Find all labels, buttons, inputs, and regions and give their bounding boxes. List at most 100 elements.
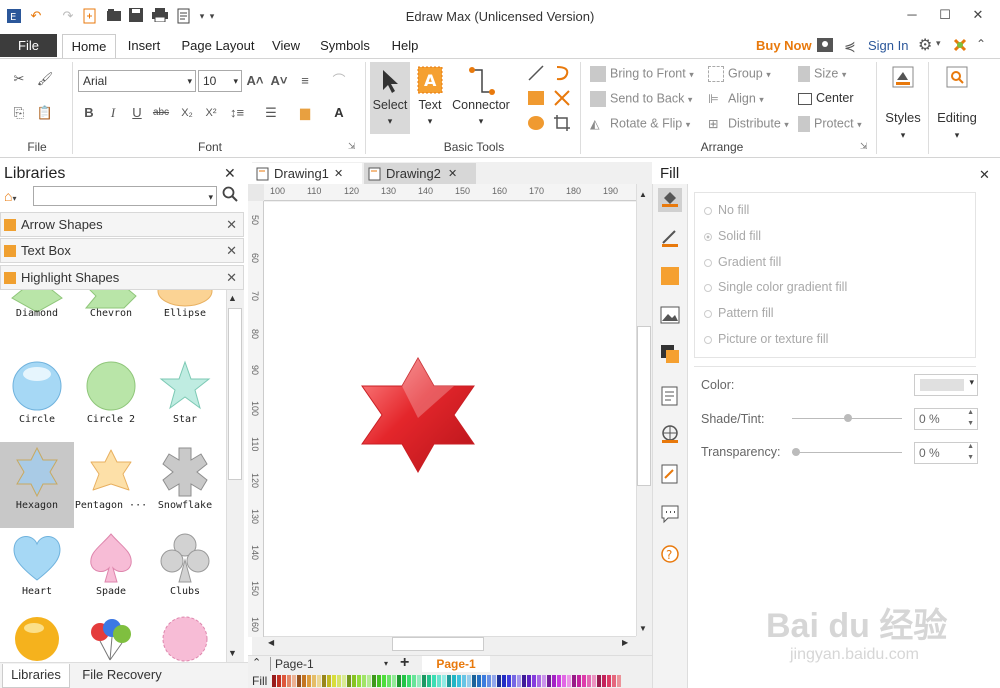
tab-drawing1[interactable]: Drawing1 ✕ [252,163,362,185]
bullets-icon[interactable]: ☰ [262,104,280,122]
palette-swatch[interactable] [572,675,576,687]
palette-swatch[interactable] [402,675,406,687]
highlight-color-icon[interactable]: ▆ [296,104,314,122]
shape-clubs[interactable]: Clubs [148,528,222,614]
tab-home[interactable]: Home [62,34,116,58]
tab-view[interactable]: View [268,34,304,58]
palette-swatch[interactable] [407,675,411,687]
color-palette[interactable] [272,675,622,687]
no-fill-option[interactable]: No fill [704,203,749,217]
palette-swatch[interactable] [347,675,351,687]
palette-swatch[interactable] [527,675,531,687]
font-name-select[interactable]: Arial ▾ [78,70,196,92]
size-button[interactable]: Size ▾ [798,66,846,82]
palette-swatch[interactable] [392,675,396,687]
spinner-arrows-icon[interactable]: ▲ ▼ [967,407,974,429]
shape-pentagon[interactable]: Pentagon ··· [74,442,148,528]
palette-swatch[interactable] [272,675,276,687]
palette-swatch[interactable] [412,675,416,687]
canvas-vertical-scrollbar-thumb[interactable] [637,326,651,486]
share-icon[interactable]: ⋞ [844,38,856,55]
close-tab-icon[interactable]: ✕ [334,163,343,185]
library-search-input[interactable]: ▾ [33,186,217,206]
align-button[interactable]: ⊫ Align ▾ [708,91,764,107]
palette-swatch[interactable] [497,675,501,687]
image-icon[interactable] [658,306,682,330]
tab-help[interactable]: Help [386,34,424,58]
line-spacing-icon[interactable]: ↕≡ [228,104,246,122]
select-tool-button[interactable]: Select ▾ [370,62,410,134]
tab-symbols[interactable]: Symbols [314,34,376,58]
gradient-fill-option[interactable]: Gradient fill [704,255,781,269]
palette-swatch[interactable] [607,675,611,687]
underline-icon[interactable]: U [128,104,146,122]
bring-to-front-button[interactable]: Bring to Front ▾ [590,66,694,82]
crop-tool-icon[interactable] [553,114,571,135]
connector-tool-button[interactable]: Connector ▾ [450,62,512,134]
palette-swatch[interactable] [562,675,566,687]
paste-icon[interactable]: 📋 [36,104,54,122]
scroll-right-icon[interactable]: ▶ [622,638,628,647]
palette-swatch[interactable] [517,675,521,687]
center-button[interactable]: Center [798,91,854,105]
palette-swatch[interactable] [507,675,511,687]
strikethrough-icon[interactable]: abc [152,104,170,122]
cross-tool-icon[interactable] [553,89,571,110]
shape-circle-2[interactable]: Circle 2 [74,356,148,442]
scroll-down-icon[interactable]: ▼ [228,648,237,658]
shape-seal[interactable] [160,616,210,662]
add-page-button[interactable]: + [400,654,409,672]
page-properties-icon[interactable] [658,386,682,410]
palette-swatch[interactable] [322,675,326,687]
palette-swatch[interactable] [387,675,391,687]
single-color-gradient-option[interactable]: Single color gradient fill [704,280,847,294]
shrink-font-icon[interactable]: A˅ [270,72,288,90]
tab-drawing2[interactable]: Drawing2 ✕ [364,163,476,185]
palette-swatch[interactable] [417,675,421,687]
file-menu-button[interactable]: File [0,34,57,57]
arc-tool-icon[interactable] [553,64,571,85]
superscript-icon[interactable]: X² [202,104,220,122]
shape-heart[interactable]: Heart [0,528,74,614]
text-tool-button[interactable]: A Text ▾ [412,62,448,134]
tab-insert[interactable]: Insert [122,34,166,58]
send-to-back-button[interactable]: Send to Back ▾ [590,91,692,107]
palette-swatch[interactable] [352,675,356,687]
shape-chevron[interactable]: Chevron [74,290,148,346]
hyperlink-globe-icon[interactable] [658,424,682,448]
palette-swatch[interactable] [547,675,551,687]
settings-gear-icon[interactable]: ⚙ [918,35,932,55]
palette-swatch[interactable] [432,675,436,687]
palette-swatch[interactable] [397,675,401,687]
palette-swatch[interactable] [337,675,341,687]
layers-icon[interactable] [658,344,682,368]
rotate-flip-button[interactable]: ◭ Rotate & Flip ▾ [590,116,690,132]
palette-swatch[interactable] [437,675,441,687]
note-icon[interactable] [658,464,682,488]
close-category-icon[interactable]: ✕ [226,213,237,236]
library-category-text-box[interactable]: Text Box ✕ [0,238,244,263]
tab-page-layout[interactable]: Page Layout [176,34,260,58]
text-direction-icon[interactable]: ⌒ [330,72,348,90]
palette-swatch[interactable] [302,675,306,687]
palette-swatch[interactable] [357,675,361,687]
palette-swatch[interactable] [472,675,476,687]
buy-now-link[interactable]: Buy Now [756,38,812,53]
palette-swatch[interactable] [327,675,331,687]
library-category-highlight-shapes[interactable]: Highlight Shapes ✕ [0,265,244,290]
scroll-up-icon[interactable]: ▲ [639,190,647,199]
libraries-scrollbar-thumb[interactable] [228,308,242,480]
minimize-button[interactable]: ─ [897,6,927,24]
line-style-icon[interactable] [658,228,682,252]
tab-libraries[interactable]: Libraries [2,664,70,688]
ellipse-tool-icon[interactable] [527,114,545,135]
sign-in-link[interactable]: Sign In [868,38,908,53]
font-color-icon[interactable]: A [330,104,348,122]
distribute-button[interactable]: ⊞ Distribute ▾ [708,116,789,132]
palette-swatch[interactable] [307,675,311,687]
close-tab-icon[interactable]: ✕ [448,163,457,185]
palette-swatch[interactable] [362,675,366,687]
maximize-button[interactable]: ☐ [930,6,960,24]
palette-swatch[interactable] [297,675,301,687]
format-painter-icon[interactable]: ✂ [10,70,28,88]
